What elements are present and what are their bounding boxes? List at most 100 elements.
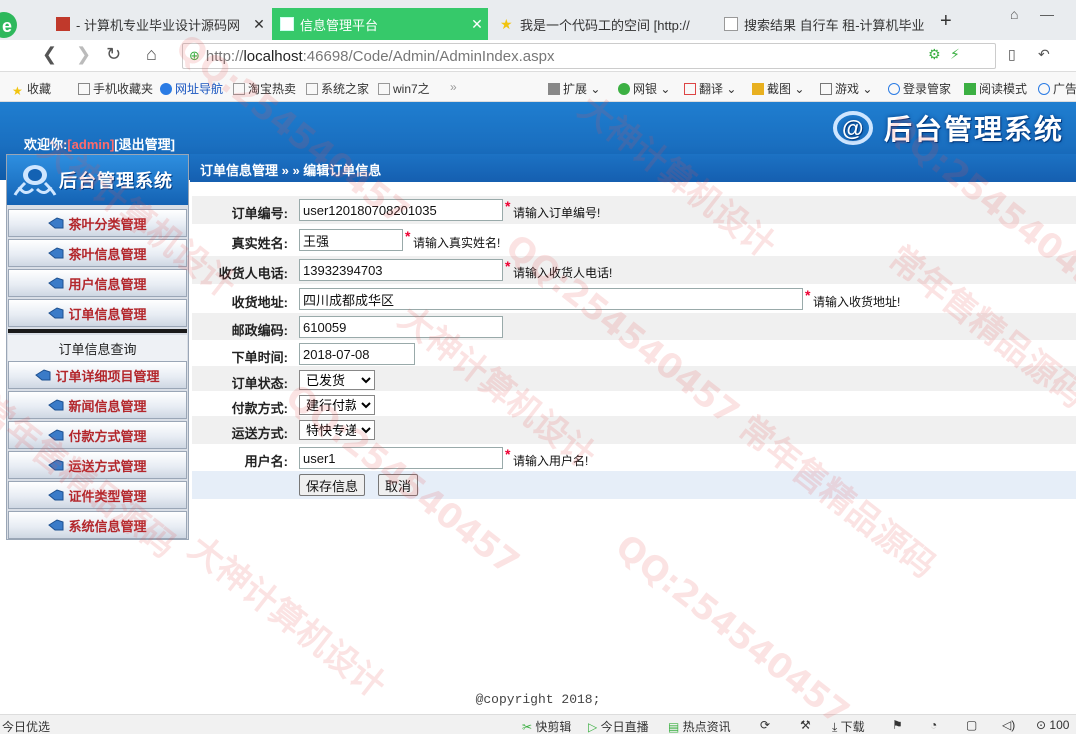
page-icon: [378, 83, 390, 95]
refresh-icon[interactable]: ↻: [106, 44, 121, 65]
sidebar-item-orders[interactable]: 订单信息管理: [8, 299, 187, 327]
phone-input[interactable]: [299, 259, 503, 281]
username-input[interactable]: [299, 447, 503, 469]
order-time-input[interactable]: [299, 343, 415, 365]
tab-source-site[interactable]: - 计算机专业毕业设计源码网 ✕: [48, 8, 270, 40]
welcome-text: 欢迎你:: [24, 137, 68, 152]
lightning-icon[interactable]: ⚡: [950, 46, 960, 63]
toolbar-bank[interactable]: 网银 ⌄: [618, 80, 670, 97]
order-no-input[interactable]: [299, 199, 503, 221]
home-icon[interactable]: ⌂: [146, 44, 157, 65]
shipping-select[interactable]: 特快专递: [299, 420, 375, 440]
toolbar-screenshot[interactable]: 截图 ⌄: [752, 80, 804, 97]
globe-icon: [160, 83, 172, 95]
status-live[interactable]: ▷ 今日直播: [588, 718, 649, 735]
bookmark-favorites[interactable]: ★ 收藏: [12, 80, 51, 98]
page-icon: [306, 83, 318, 95]
menu-arrow-icon: [48, 217, 64, 229]
skin-icon[interactable]: ⌂: [1010, 6, 1018, 22]
tab-admin-platform[interactable]: 信息管理平台 ✕: [272, 8, 488, 40]
tab-label: - 计算机专业毕业设计源码网: [76, 17, 240, 33]
menu-arrow-icon: [48, 247, 64, 259]
status-history-icon[interactable]: ◔: [930, 718, 937, 732]
translate-icon: [684, 83, 696, 95]
status-hot-news[interactable]: ▤ 热点资讯: [668, 718, 731, 735]
sidebar-item-id-types[interactable]: 证件类型管理: [8, 481, 187, 509]
scissors-icon: ✂: [522, 720, 536, 734]
bookmark-nav[interactable]: 网址导航: [160, 80, 223, 97]
payment-select[interactable]: 建行付款: [299, 395, 375, 415]
key-icon: [888, 83, 900, 95]
status-quick-edit[interactable]: ✂ 快剪辑: [522, 718, 571, 735]
bookmark-mobile[interactable]: 手机收藏夹: [78, 80, 153, 97]
back-icon[interactable]: ❮: [42, 44, 57, 65]
sidebar-item-tea-info[interactable]: 茶叶信息管理: [8, 239, 187, 267]
sidebar-item-tea-category[interactable]: 茶叶分类管理: [8, 209, 187, 237]
more-bookmarks-icon[interactable]: »: [450, 80, 457, 94]
speed-mode-icon[interactable]: ⚙: [928, 46, 941, 63]
toolbar-extensions[interactable]: 扩展 ⌄: [548, 80, 600, 97]
postcode-input[interactable]: [299, 316, 503, 338]
sidebar-item-system[interactable]: 系统信息管理: [8, 511, 187, 539]
url-prefix: http://: [205, 47, 244, 65]
status-label: 下载: [840, 720, 865, 734]
status-refresh-icon[interactable]: ⟳: [760, 718, 770, 732]
toolbar-label: 截图: [767, 82, 792, 96]
browser-tabbar: e - 计算机专业毕业设计源码网 ✕ 信息管理平台 ✕ ★ 我是一个代码工的空间…: [0, 0, 1076, 40]
tab-coder-space[interactable]: ★ 我是一个代码工的空间 [http://: [492, 8, 714, 40]
tab-search-results[interactable]: 搜索结果 自行车 租-计算机毕业: [716, 8, 936, 40]
sidebar-item-order-details[interactable]: 订单详细项目管理: [8, 361, 187, 389]
status-today-picks[interactable]: 今日优选: [2, 718, 50, 735]
mobile-icon[interactable]: ▯: [1008, 46, 1016, 63]
sidebar-item-shipping[interactable]: 运送方式管理: [8, 451, 187, 479]
address-label: 收货地址:: [231, 295, 288, 310]
status-flag-icon[interactable]: ⚑: [892, 718, 903, 732]
sidebar-item-news[interactable]: 新闻信息管理: [8, 391, 187, 419]
forward-icon[interactable]: ❯: [76, 44, 91, 65]
status-download[interactable]: ⤓ 下载: [832, 718, 865, 735]
toolbar-adblock[interactable]: 广告: [1038, 80, 1076, 97]
menu-arrow-icon: [48, 399, 64, 411]
new-tab-button[interactable]: +: [940, 10, 952, 33]
status-volume-icon[interactable]: ◁): [1002, 718, 1015, 732]
status-zoom[interactable]: ⊙ 100: [1036, 718, 1069, 732]
row-phone: 收货人电话: * 请输入收货人电话!: [192, 256, 1076, 284]
status-label: 热点资讯: [682, 720, 731, 734]
logout-link[interactable]: [退出管理]: [114, 137, 175, 152]
status-tools-icon[interactable]: ⚒: [800, 718, 811, 732]
order-status-select[interactable]: 已发货: [299, 370, 375, 390]
cancel-button[interactable]: 取消: [378, 474, 419, 496]
row-order-time: 下单时间:: [192, 340, 1076, 368]
url-input[interactable]: ⊕ http://localhost:46698/Code/Admin/Admi…: [182, 43, 996, 69]
bookmark-taobao[interactable]: 淘宝热卖: [233, 80, 296, 97]
toolbar-reading-mode[interactable]: 阅读模式: [964, 80, 1027, 97]
sidebar-item-users[interactable]: 用户信息管理: [8, 269, 187, 297]
toolbar-translate[interactable]: 翻译 ⌄: [684, 80, 736, 97]
bookmark-syshome[interactable]: 系统之家: [306, 80, 369, 97]
tab-label: 我是一个代码工的空间 [http://: [520, 17, 690, 33]
toolbar-games[interactable]: 游戏 ⌄: [820, 80, 872, 97]
bookmark-win7[interactable]: win7之: [378, 80, 430, 97]
username-hint: 请输入用户名!: [513, 454, 589, 468]
bookmark-label: 淘宝热卖: [248, 82, 297, 96]
minimize-icon[interactable]: —: [1040, 6, 1054, 22]
page-icon: [724, 17, 738, 31]
book-icon: [964, 83, 976, 95]
menu-arrow-icon: [48, 307, 64, 319]
sidebar-item-payment[interactable]: 付款方式管理: [8, 421, 187, 449]
close-tab-icon[interactable]: ✕: [466, 16, 488, 33]
real-name-input[interactable]: [299, 229, 403, 251]
menu-arrow-icon: [35, 369, 51, 381]
close-tab-icon[interactable]: ✕: [248, 16, 270, 33]
status-window-icon[interactable]: ▢: [966, 718, 977, 732]
save-button[interactable]: 保存信息: [299, 474, 366, 496]
undo-icon[interactable]: ↶: [1038, 46, 1050, 63]
address-input[interactable]: [299, 288, 803, 310]
scissors-icon: [752, 83, 764, 95]
submenu-order-query[interactable]: 订单信息查询: [8, 335, 187, 361]
tab-label: 信息管理平台: [300, 17, 379, 33]
toolbar-label: 登录管家: [903, 82, 952, 96]
url-host: localhost: [243, 47, 303, 65]
toolbar-login-manager[interactable]: 登录管家: [888, 80, 951, 97]
row-actions: 保存信息 取消: [192, 471, 1076, 499]
